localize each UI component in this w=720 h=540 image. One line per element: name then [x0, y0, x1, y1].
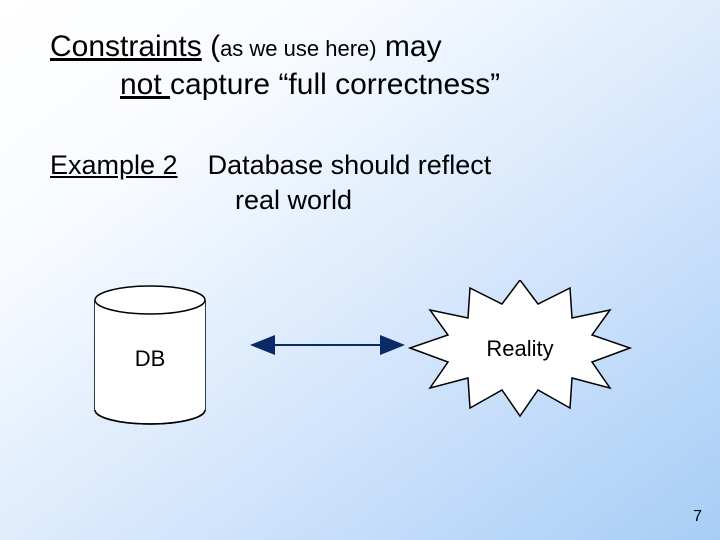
title-not: not [120, 68, 170, 101]
gap [178, 150, 208, 180]
title-aswehuse: as we use here) [220, 36, 377, 61]
reality-label: Reality [486, 336, 553, 361]
reality-starburst-icon: Reality [410, 280, 630, 416]
title-constraints: Constraints [50, 30, 202, 63]
slide-title: Constraints (as we use here) may not cap… [50, 28, 670, 103]
page-number: 7 [693, 508, 702, 526]
title-capture: capture “full correctness” [170, 68, 500, 101]
diagram: DB Reality [90, 280, 650, 450]
title-line2: not capture “full correctness” [120, 66, 500, 104]
title-open-paren: ( [202, 30, 220, 63]
title-may: may [377, 30, 442, 63]
db-label: DB [135, 346, 166, 371]
double-arrow-icon [250, 335, 405, 355]
database-should-reflect: Database should reflect [208, 150, 492, 180]
subtitle-line2: real world [235, 185, 352, 216]
diagram-svg: DB Reality [90, 280, 650, 450]
example-label: Example 2 [50, 150, 178, 180]
slide: Constraints (as we use here) may not cap… [0, 0, 720, 540]
db-cylinder-icon: DB [95, 286, 205, 424]
subtitle-line1: Example 2 Database should reflect [50, 150, 670, 181]
